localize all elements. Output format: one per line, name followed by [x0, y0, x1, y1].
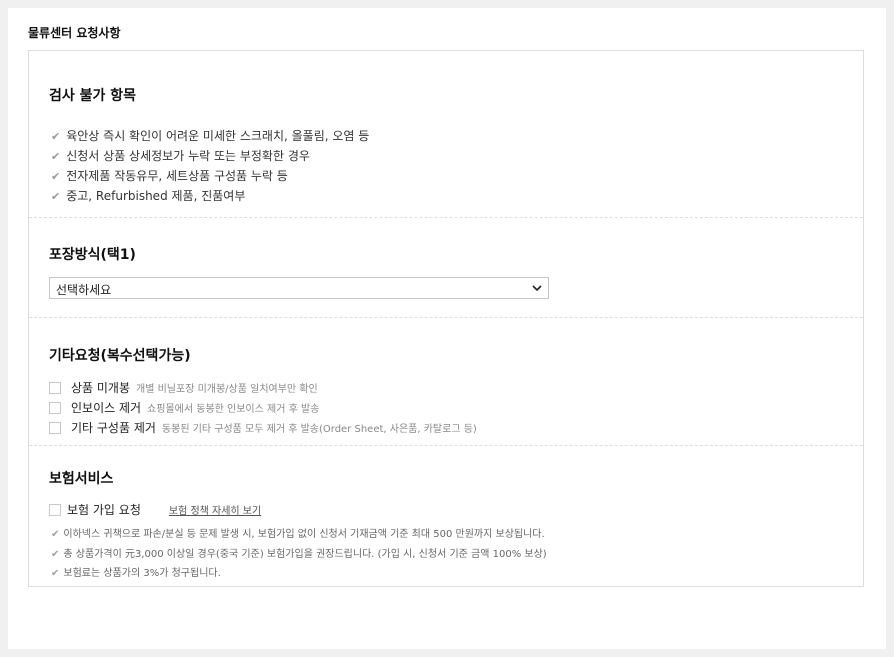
inspection-item: ✔ 중고, Refurbished 제품, 진품여부 — [51, 189, 246, 203]
request-form-box: 검사 불가 항목 ✔ 육안상 즉시 확인이 어려운 미세한 스크래치, 올풀림, … — [28, 50, 864, 587]
inspection-item: ✔ 전자제품 작동유무, 세트상품 구성품 누락 등 — [51, 169, 288, 183]
insurance-option[interactable]: 보험 가입 요청 보험 정책 자세히 보기 — [49, 501, 261, 518]
check-icon: ✔ — [51, 150, 61, 163]
page-title: 물류센터 요청사항 — [28, 26, 121, 40]
request-panel: 물류센터 요청사항 검사 불가 항목 ✔ 육안상 즉시 확인이 어려운 미세한 스… — [8, 8, 886, 649]
check-icon: ✔ — [51, 130, 61, 143]
section-divider — [29, 217, 863, 218]
section-divider — [29, 317, 863, 318]
chevron-down-icon — [532, 285, 542, 292]
checkbox[interactable] — [49, 402, 61, 414]
other-section-title: 기타요청(복수선택가능) — [49, 348, 191, 364]
inspection-section-title: 검사 불가 항목 — [49, 88, 137, 104]
other-option-remove-components[interactable]: 기타 구성품 제거 동봉된 기타 구성품 모두 제거 후 발송(Order She… — [49, 419, 477, 436]
packing-section-title: 포장방식(택1) — [49, 247, 136, 263]
packing-select-value: 선택하세요 — [56, 283, 112, 297]
section-divider — [29, 445, 863, 446]
checkbox[interactable] — [49, 382, 61, 394]
check-icon: ✔ — [51, 568, 60, 579]
checkbox[interactable] — [49, 422, 61, 434]
check-icon: ✔ — [51, 529, 60, 540]
other-option-remove-invoice[interactable]: 인보이스 제거 쇼핑몰에서 동봉한 인보이스 제거 후 발송 — [49, 399, 319, 416]
check-icon: ✔ — [51, 549, 60, 560]
inspection-item: ✔ 신청서 상품 상세정보가 누락 또는 부정확한 경우 — [51, 149, 310, 163]
inspection-item: ✔ 육안상 즉시 확인이 어려운 미세한 스크래치, 올풀림, 오염 등 — [51, 129, 370, 143]
insurance-note: ✔ 보험료는 상품가의 3%가 청구됩니다. — [51, 568, 221, 579]
insurance-note: ✔ 이하넥스 귀책으로 파손/분실 등 문제 발생 시, 보험가입 없이 신청서 … — [51, 529, 545, 540]
other-option-unopened[interactable]: 상품 미개봉 개별 비닐포장 미개봉/상품 일치여부만 확인 — [49, 379, 318, 396]
insurance-note: ✔ 총 상품가격이 元3,000 이상일 경우(중국 기준) 보험가입을 권장드립… — [51, 549, 547, 560]
insurance-policy-link[interactable]: 보험 정책 자세히 보기 — [169, 506, 261, 517]
insurance-section-title: 보험서비스 — [49, 471, 114, 487]
insurance-checkbox[interactable] — [49, 504, 61, 516]
check-icon: ✔ — [51, 190, 61, 203]
packing-method-select[interactable]: 선택하세요 — [49, 277, 549, 299]
check-icon: ✔ — [51, 170, 61, 183]
